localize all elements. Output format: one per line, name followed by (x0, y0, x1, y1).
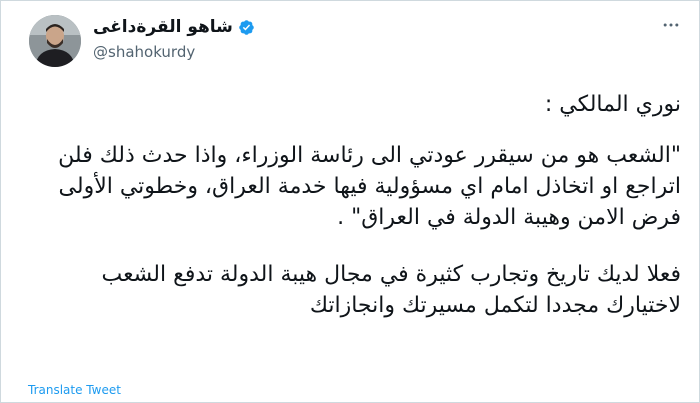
display-name[interactable]: شاهو القرةداغی (93, 17, 233, 37)
avatar[interactable] (29, 15, 81, 67)
tweet-header: شاهو القرةداغی @shahokurdy (29, 9, 683, 71)
translate-tweet-link[interactable]: Translate Tweet (28, 383, 121, 397)
tweet-paragraph: "الشعب هو من سيقرر عودتي الى رئاسة الوزر… (58, 143, 681, 230)
tweet-paragraph: نوري المالكي : (544, 92, 681, 117)
tweet-paragraph: فعلا لديك تاريخ وتجارب كثيرة في مجال هيب… (101, 262, 681, 318)
verified-badge-icon (239, 19, 254, 35)
tweet-card: شاهو القرةداغی @shahokurdy نوري المالكي … (0, 0, 700, 403)
name-row: شاهو القرةداغی (93, 15, 255, 39)
more-horizontal-icon[interactable] (659, 13, 683, 37)
author-block: شاهو القرةداغی @shahokurdy (93, 15, 255, 61)
tweet-text: نوري المالكي : "الشعب هو من سيقرر عودتي … (25, 89, 681, 341)
more-dots-icon (663, 23, 679, 27)
user-handle[interactable]: @shahokurdy (93, 43, 255, 61)
avatar-image (29, 15, 81, 67)
